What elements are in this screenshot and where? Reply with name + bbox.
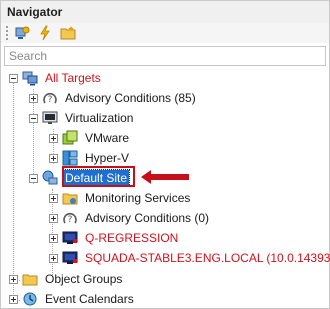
panel-title-bar: Navigator: [1, 1, 329, 23]
tree-label-squada: SQUADA-STABLE3.ENG.LOCAL (10.0.14393): [85, 251, 330, 265]
all-targets-icon: [22, 71, 38, 86]
expand-toggle[interactable]: [49, 253, 58, 263]
panel-title: Navigator: [7, 5, 63, 19]
tree-node-squada[interactable]: SQUADA-STABLE3.ENG.LOCAL (10.0.14393): [49, 248, 330, 268]
lightning-icon: [40, 25, 50, 41]
open-folder-button[interactable]: [60, 25, 76, 41]
collapse-toggle[interactable]: [29, 113, 38, 123]
tree-label-hyperv: Hyper-V: [85, 151, 130, 165]
expand-toggle[interactable]: [9, 274, 18, 284]
tree-node-object-groups[interactable]: Object Groups: [9, 269, 124, 289]
tree-node-q-regression[interactable]: Q-REGRESSION: [49, 228, 180, 248]
site-icon: [42, 170, 58, 185]
tree-label-vmware: VMware: [85, 131, 130, 145]
tree-node-vmware[interactable]: VMware: [49, 128, 131, 148]
svg-text:?: ?: [48, 95, 53, 105]
tree-node-all-targets[interactable]: All Targets: [9, 68, 103, 88]
advisory-condition-icon: ?: [43, 92, 57, 105]
tree-label-virtualization: Virtualization: [65, 111, 134, 125]
highlight-box: [62, 166, 135, 187]
tree-label-q-regression: Q-REGRESSION: [85, 231, 179, 245]
collapse-toggle[interactable]: [9, 73, 18, 83]
tree-node-hyperv[interactable]: Hyper-V: [49, 148, 131, 168]
tree-node-monitoring-services[interactable]: Monitoring Services: [49, 188, 192, 208]
expand-toggle[interactable]: [49, 133, 58, 143]
collapse-toggle[interactable]: [29, 173, 38, 183]
vmware-icon: [62, 130, 78, 145]
folder-icon: [22, 274, 38, 286]
tree-label-site-advisory-conditions: Advisory Conditions (0): [85, 211, 210, 225]
expand-toggle[interactable]: [49, 233, 58, 243]
advisory-condition-icon: ?: [63, 212, 77, 225]
tree-label-event-calendars: Event Calendars: [45, 292, 134, 306]
search-input[interactable]: [5, 47, 323, 65]
server-alert-icon: [62, 251, 78, 264]
expand-toggle[interactable]: [49, 213, 58, 223]
callout-arrow-icon: [141, 170, 189, 184]
expand-toggle[interactable]: [49, 193, 58, 203]
navigator-tree: All Targets ? Advisory Conditions (85) V…: [1, 67, 330, 309]
add-target-button[interactable]: [14, 25, 30, 41]
svg-text:?: ?: [68, 215, 73, 225]
tree-label-advisory-conditions: Advisory Conditions (85): [65, 91, 196, 105]
expand-toggle[interactable]: [9, 294, 18, 304]
tree-label-object-groups: Object Groups: [45, 272, 123, 286]
tree-node-virtualization[interactable]: Virtualization: [29, 108, 135, 128]
event-calendar-icon: [23, 292, 37, 306]
expand-toggle[interactable]: [49, 153, 58, 163]
monitoring-services-icon: [62, 193, 78, 205]
server-alert-icon: [62, 231, 78, 244]
navigator-panel: Navigator Search All Targets ? Advisory …: [0, 0, 330, 309]
toolbar-grip: [6, 26, 10, 40]
folder-star-icon: [60, 26, 76, 40]
navigator-toolbar: [1, 23, 329, 43]
search-box[interactable]: [4, 46, 326, 66]
quick-action-button[interactable]: [37, 25, 53, 41]
add-target-icon: [15, 26, 30, 39]
tree-label-monitoring-services: Monitoring Services: [85, 191, 191, 205]
hyperv-icon: [62, 150, 78, 166]
tree-label-all-targets: All Targets: [45, 71, 101, 85]
expand-toggle[interactable]: [29, 93, 38, 103]
virtualization-icon: [42, 111, 58, 124]
tree-node-advisory-conditions[interactable]: ? Advisory Conditions (85): [29, 88, 198, 108]
tree-node-site-advisory-conditions[interactable]: ? Advisory Conditions (0): [49, 208, 211, 228]
tree-node-event-calendars[interactable]: Event Calendars: [9, 289, 136, 309]
